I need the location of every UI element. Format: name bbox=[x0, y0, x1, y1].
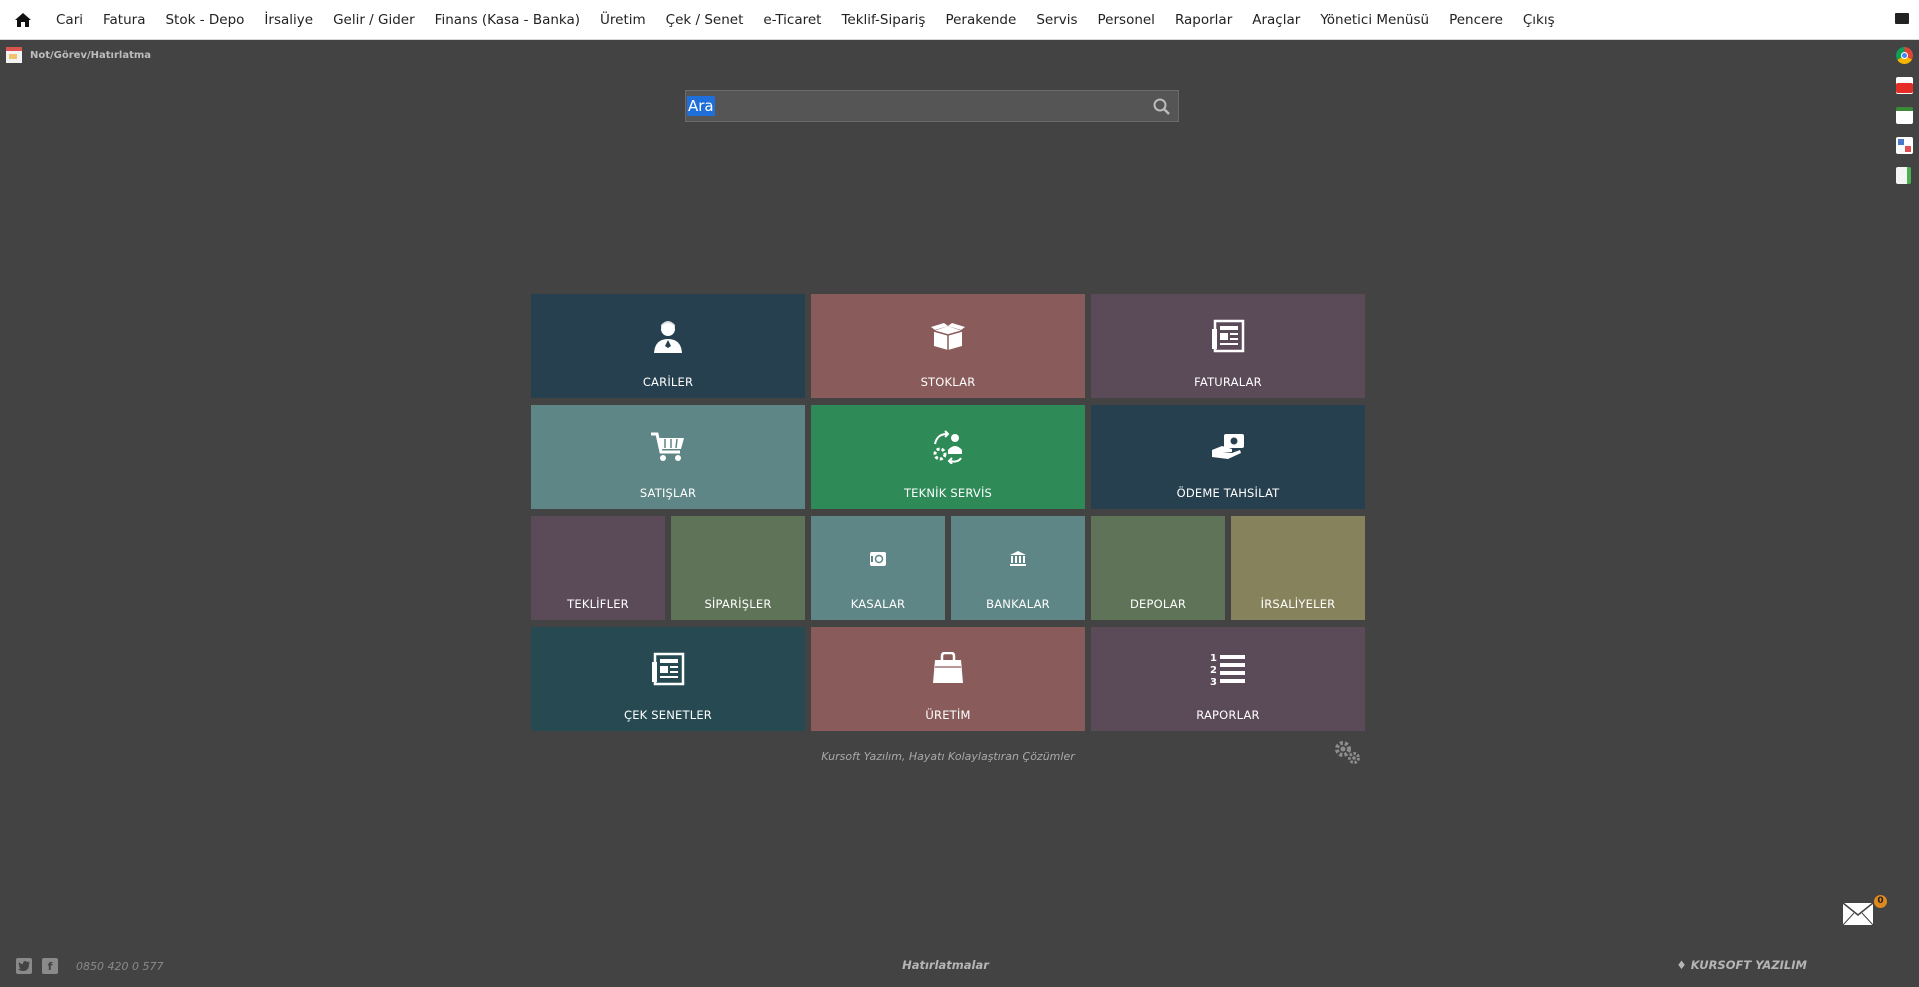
menu-items: Cari Fatura Stok - Depo İrsaliye Gelir /… bbox=[46, 0, 1565, 40]
window-toggle-icon[interactable] bbox=[1895, 13, 1909, 24]
tagline: Kursoft Yazılım, Hayatı Kolaylaştıran Çö… bbox=[821, 750, 1075, 763]
tile-faturalar-label: FATURALAR bbox=[1194, 375, 1262, 389]
tile-cariler[interactable]: CARİLER bbox=[531, 294, 805, 398]
menu-araclar[interactable]: Araçlar bbox=[1242, 0, 1310, 40]
menu-finans[interactable]: Finans (Kasa - Banka) bbox=[425, 0, 590, 40]
tile-kasalar[interactable]: KASALAR bbox=[811, 516, 945, 620]
menu-uretim[interactable]: Üretim bbox=[590, 0, 656, 40]
phone-number: 0850 420 0 577 bbox=[76, 959, 164, 973]
menu-cek-senet[interactable]: Çek / Senet bbox=[656, 0, 754, 40]
cheque-icon bbox=[651, 649, 685, 689]
mail-icon[interactable] bbox=[1842, 902, 1874, 926]
tile-bankalar[interactable]: BANKALAR bbox=[951, 516, 1085, 620]
svg-text:3: 3 bbox=[1210, 677, 1217, 686]
payment-icon bbox=[1210, 427, 1246, 467]
tile-satislar-label: SATIŞLAR bbox=[639, 486, 697, 500]
settings-gears-icon[interactable] bbox=[1333, 739, 1361, 769]
tile-raporlar[interactable]: 123 RAPORLAR bbox=[1091, 627, 1365, 731]
menu-cari[interactable]: Cari bbox=[46, 0, 93, 40]
tile-satislar[interactable]: SATIŞLAR bbox=[531, 405, 805, 509]
tile-kasalar-label: KASALAR bbox=[850, 597, 906, 611]
tile-cariler-label: CARİLER bbox=[642, 375, 694, 389]
search-input[interactable] bbox=[686, 91, 1146, 121]
invoice-icon bbox=[1211, 316, 1245, 356]
menu-servis[interactable]: Servis bbox=[1026, 0, 1087, 40]
tile-teklifler-label: TEKLİFLER bbox=[567, 597, 629, 611]
note-task-reminder[interactable]: Not/Görev/Hatırlatma bbox=[6, 47, 151, 63]
footer-social: f 0850 420 0 577 bbox=[16, 958, 163, 974]
tile-teklifler[interactable]: TEKLİFLER bbox=[531, 516, 665, 620]
calculator-icon[interactable] bbox=[1896, 137, 1913, 154]
menu-personel[interactable]: Personel bbox=[1088, 0, 1165, 40]
twitter-icon[interactable] bbox=[16, 958, 32, 974]
top-menu-bar: Cari Fatura Stok - Depo İrsaliye Gelir /… bbox=[0, 0, 1919, 40]
menu-pencere[interactable]: Pencere bbox=[1439, 0, 1513, 40]
brand-link[interactable]: ♦ KURSOFT YAZILIM bbox=[1676, 958, 1807, 972]
calendar-note-icon bbox=[6, 47, 22, 63]
tile-uretim-label: ÜRETİM bbox=[925, 708, 971, 722]
menu-stok-depo[interactable]: Stok - Depo bbox=[155, 0, 254, 40]
document-icon[interactable] bbox=[1896, 167, 1911, 184]
menu-gelir-gider[interactable]: Gelir / Gider bbox=[323, 0, 425, 40]
menu-irsaliye[interactable]: İrsaliye bbox=[254, 0, 323, 40]
facebook-icon[interactable]: f bbox=[42, 958, 58, 974]
calendar-icon[interactable] bbox=[1896, 107, 1913, 124]
shopping-cart-icon bbox=[650, 427, 686, 467]
tile-stoklar[interactable]: STOKLAR bbox=[811, 294, 1085, 398]
tile-raporlar-label: RAPORLAR bbox=[1196, 708, 1260, 722]
tile-cek-senetler-label: ÇEK SENETLER bbox=[623, 708, 712, 722]
svg-text:2: 2 bbox=[1210, 665, 1217, 676]
menu-raporlar[interactable]: Raporlar bbox=[1165, 0, 1242, 40]
note-task-label: Not/Görev/Hatırlatma bbox=[30, 49, 152, 61]
search-icon[interactable] bbox=[1152, 97, 1172, 117]
tile-odeme-tahsilat[interactable]: ÖDEME TAHSİLAT bbox=[1091, 405, 1365, 509]
menu-fatura[interactable]: Fatura bbox=[93, 0, 155, 40]
tile-depolar-label: DEPOLAR bbox=[1129, 597, 1187, 611]
tile-irsaliyeler-label: İRSALİYELER bbox=[1260, 597, 1336, 611]
tile-siparisler-label: SİPARİŞLER bbox=[704, 597, 772, 611]
tile-teknik-servis-label: TEKNİK SERVİS bbox=[903, 486, 993, 500]
menu-yonetici[interactable]: Yönetici Menüsü bbox=[1310, 0, 1439, 40]
youtube-icon[interactable] bbox=[1896, 77, 1913, 94]
tile-bankalar-label: BANKALAR bbox=[986, 597, 1050, 611]
mail-count-badge: 0 bbox=[1874, 895, 1887, 908]
search-selected-text: Ara bbox=[687, 96, 715, 116]
menu-cikis[interactable]: Çıkış bbox=[1513, 0, 1565, 40]
tile-irsaliyeler[interactable]: İRSALİYELER bbox=[1231, 516, 1365, 620]
customer-icon bbox=[651, 316, 685, 356]
tile-stoklar-label: STOKLAR bbox=[920, 375, 976, 389]
tile-siparisler[interactable]: SİPARİŞLER bbox=[671, 516, 805, 620]
tile-cek-senetler[interactable]: ÇEK SENETLER bbox=[531, 627, 805, 731]
bag-icon bbox=[932, 649, 964, 689]
search-box: Ara bbox=[685, 90, 1179, 122]
home-icon[interactable] bbox=[0, 0, 46, 40]
chrome-icon[interactable] bbox=[1896, 47, 1913, 64]
right-dock bbox=[1896, 47, 1913, 184]
service-icon bbox=[931, 427, 965, 467]
tile-depolar[interactable]: DEPOLAR bbox=[1091, 516, 1225, 620]
menu-teklif-siparis[interactable]: Teklif-Sipariş bbox=[831, 0, 935, 40]
menu-perakende[interactable]: Perakende bbox=[935, 0, 1026, 40]
reminders-link[interactable]: Hatırlatmalar bbox=[880, 958, 1011, 972]
numbered-list-icon: 123 bbox=[1210, 649, 1246, 689]
bank-icon bbox=[1009, 548, 1027, 570]
menu-e-ticaret[interactable]: e-Ticaret bbox=[753, 0, 831, 40]
box-icon bbox=[930, 316, 966, 356]
svg-text:1: 1 bbox=[1210, 653, 1217, 664]
tile-faturalar[interactable]: FATURALAR bbox=[1091, 294, 1365, 398]
tile-uretim[interactable]: ÜRETİM bbox=[811, 627, 1085, 731]
tile-teknik-servis[interactable]: TEKNİK SERVİS bbox=[811, 405, 1085, 509]
tile-odeme-tahsilat-label: ÖDEME TAHSİLAT bbox=[1176, 486, 1280, 500]
safe-icon bbox=[869, 548, 887, 570]
